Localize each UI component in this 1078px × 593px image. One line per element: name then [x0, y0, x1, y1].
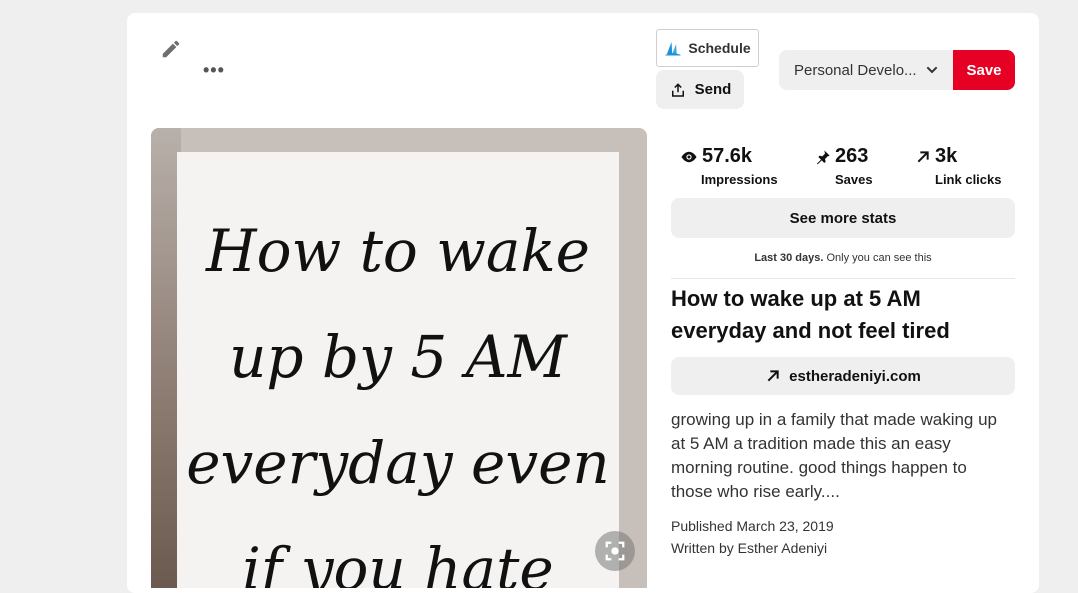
schedule-label: Schedule [688, 40, 751, 56]
schedule-button[interactable]: Schedule [656, 29, 759, 67]
board-select-dropdown[interactable]: Personal Develo... [779, 50, 954, 90]
share-upload-icon [671, 82, 684, 97]
stat-link-clicks-value: 3k [935, 145, 958, 167]
pin-image[interactable]: How to wake up by 5 AM everyday even if … [151, 128, 647, 588]
schedule-logo-icon [665, 42, 681, 56]
send-label: Send [694, 81, 732, 98]
pin-image-line: How to wake [206, 217, 590, 285]
pin-image-line: everyday even [186, 429, 610, 497]
stat-impressions-label: Impressions [701, 172, 778, 187]
eye-icon [681, 151, 697, 162]
pencil-edit-icon[interactable] [160, 38, 182, 60]
send-button[interactable]: Send [656, 70, 744, 109]
arrow-up-right-icon [767, 370, 779, 382]
board-select-value: Personal Develo... [794, 61, 917, 79]
pin-title: How to wake up at 5 AM everyday and not … [671, 286, 950, 343]
stat-impressions: 57.6k Impressions [680, 145, 778, 187]
stat-saves-value: 263 [835, 145, 869, 167]
save-button[interactable]: Save [953, 50, 1015, 90]
stats-note: Last 30 days. Only you can see this [671, 252, 1015, 264]
stat-link-clicks-label: Link clicks [935, 172, 1002, 187]
stat-saves: 263 Saves [815, 145, 873, 187]
divider [671, 278, 1015, 279]
published-date: Published March 23, 2019 [671, 518, 834, 534]
pin-link-button[interactable]: estheradeniyi.com [671, 357, 1015, 395]
chevron-down-icon [926, 66, 938, 74]
pin-link-label: estheradeniyi.com [789, 367, 921, 385]
stats-period: Last 30 days. [754, 252, 824, 264]
see-more-stats-button[interactable]: See more stats [671, 198, 1015, 238]
pin-icon [817, 149, 830, 164]
stat-link-clicks: 3k Link clicks [915, 145, 1001, 187]
more-options-button[interactable]: ••• [203, 60, 225, 81]
stat-saves-label: Saves [835, 172, 873, 187]
stats-privacy: Only you can see this [826, 252, 932, 264]
stat-impressions-value: 57.6k [702, 145, 753, 167]
author-line: Written by Esther Adeniyi [671, 540, 828, 556]
arrow-up-right-icon [917, 150, 929, 162]
pin-image-text: How to wake up by 5 AM everyday even if … [177, 198, 619, 588]
visual-search-icon [605, 541, 625, 561]
pin-description: growing up in a family that made waking … [671, 410, 998, 501]
pin-image-line: up by 5 AM [229, 323, 567, 391]
visual-search-button[interactable] [595, 531, 635, 571]
pin-image-line: if you hate [242, 535, 554, 588]
